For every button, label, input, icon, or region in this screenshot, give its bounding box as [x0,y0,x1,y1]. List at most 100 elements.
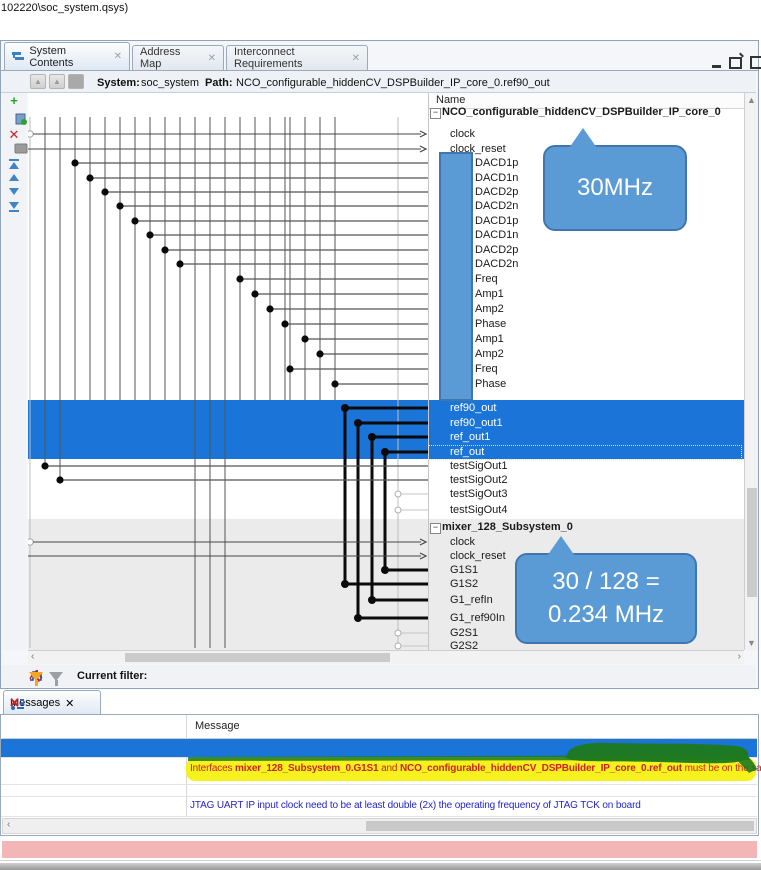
scroll-down-icon[interactable]: ▼ [745,638,758,648]
tree-group-row[interactable]: −NCO_configurable_hiddenCV_DSPBuilder_IP… [428,105,744,120]
tree-row[interactable]: ref_out1 [428,430,744,445]
hierarchy-button[interactable] [68,74,84,89]
message-interface-name: NCO_configurable_hiddenCV_DSPBuilder_IP_… [400,763,682,774]
restore-icon[interactable] [729,57,742,69]
tree-row[interactable]: testSigOut2 [428,473,744,488]
tree-row-label: DACD1n [475,171,518,186]
tree-row[interactable]: ref90_out1 [428,416,744,431]
tree-group-row[interactable]: −mixer_128_Subsystem_0 [428,520,744,535]
tree-row[interactable]: Amp1 [428,287,744,302]
tree-row[interactable]: Amp2 [428,302,744,317]
tree-row[interactable]: ref_out [428,445,744,460]
tree-row[interactable]: testSigOut3 [428,487,744,502]
move-down-icon[interactable] [7,188,21,201]
callout-line1: 30 / 128 = [552,566,659,598]
collapse-icon[interactable]: − [430,523,441,534]
tree-row[interactable]: ref90_out [428,401,744,416]
tree-row-label: testSigOut2 [450,473,507,488]
scrollbar-thumb[interactable] [125,653,390,662]
tree-row[interactable]: DACD2p [428,243,744,258]
wiring-schematic[interactable] [28,93,428,650]
tree-row-label: NCO_configurable_hiddenCV_DSPBuilder_IP_… [442,105,721,120]
window-controls [712,56,761,69]
message-row-text[interactable]: Interfaces mixer_128_Subsystem_0.G1S1 an… [190,763,761,774]
collapse-icon[interactable]: − [430,108,441,119]
tree-row[interactable]: Amp2 [428,347,744,362]
tree-row[interactable]: Freq [428,272,744,287]
tab-close-icon[interactable]: ✕ [65,697,74,710]
path-label: Path: [205,77,233,89]
clear-filter-icon[interactable] [49,672,63,681]
minimize-icon[interactable] [712,65,721,68]
tree-row-label: mixer_128_Subsystem_0 [442,520,573,535]
system-label: System: [97,77,140,89]
system-contents-icon [12,51,24,62]
message-interface-name: mixer_128_Subsystem_0.G1S1 [235,763,378,774]
message-text-segment: Interfaces [190,763,235,774]
remove-icon[interactable]: ✕ [7,128,21,141]
callout-line2: 0.234 MHz [548,599,664,631]
tree-row[interactable]: testSigOut4 [428,503,744,518]
tree-row-label: Freq [475,272,498,287]
filter-funnel-icon[interactable] [29,672,43,681]
tree-row-label: Freq [475,362,498,377]
scrollbar-thumb[interactable] [747,488,757,597]
tree-row-label: G1S1 [450,563,478,578]
message-row-selected[interactable] [1,739,757,757]
tab-close-icon[interactable]: ✕ [352,53,360,64]
tab-close-icon[interactable]: ✕ [114,51,122,62]
tree-row-label: DACD2p [475,243,518,258]
schematic-horizontal-scrollbar[interactable]: ‹ › [28,650,744,664]
tree-row-label: testSigOut3 [450,487,507,502]
tree-row-label: clock [450,535,475,550]
focus-outline [428,445,742,460]
move-up-button[interactable]: ▲ [30,74,46,89]
scroll-up-icon[interactable]: ▲ [745,95,758,105]
add-icon[interactable]: + [7,94,21,107]
message-column-header: Message [2,716,757,739]
tab-close-icon[interactable]: ✕ [208,53,216,64]
message-row-text[interactable]: JTAG UART IP input clock need to be at l… [190,800,641,811]
divider [0,860,761,861]
callout-text: 30MHz [577,172,653,204]
scroll-left-icon[interactable]: ‹ [7,819,10,830]
tree-row-label: DACD2p [475,185,518,200]
status-error-bar [2,841,757,858]
tree-row[interactable]: Phase [428,377,744,392]
tree-row-label: Amp2 [475,347,504,362]
tree-row[interactable]: clock [428,535,744,550]
edit-icon[interactable] [7,142,21,155]
tree-row[interactable]: DACD2n [428,257,744,272]
messages-horizontal-scrollbar[interactable]: ‹ [2,818,757,834]
tab-label: Address Map [140,46,203,70]
tab-messages[interactable]: Messages ✕ [3,690,101,715]
scroll-left-icon[interactable]: ‹ [31,651,34,662]
filter-bar: Current filter: [1,665,756,687]
duplicate-icon[interactable] [7,112,21,125]
tree-row[interactable]: Amp1 [428,332,744,347]
tree-vertical-scrollbar[interactable]: ▲ ▼ [744,93,758,650]
move-top-icon[interactable] [7,158,21,171]
move-up-icon[interactable] [7,174,21,187]
move-bottom-icon[interactable] [7,202,21,215]
tree-row-label: ref_out1 [450,430,490,445]
tree-row[interactable]: Freq [428,362,744,377]
path-value: NCO_configurable_hiddenCV_DSPBuilder_IP_… [236,77,550,89]
system-value: soc_system [141,77,199,89]
move-up2-button[interactable]: ▲ [49,74,65,89]
tab-system-contents[interactable]: System Contents ✕ [4,42,130,70]
tree-row-label: clock_reset [450,549,506,564]
scroll-right-icon[interactable]: › [738,651,741,662]
tree-row[interactable]: Phase [428,317,744,332]
message-text-segment: JTAG UART IP input clock need to be at l… [190,800,641,811]
tree-row-label: DACD2n [475,199,518,214]
tab-interconnect-requirements[interactable]: Interconnect Requirements ✕ [226,45,368,70]
tree-row-label: G2S2 [450,639,478,650]
callout-mixer-frequency: 30 / 128 = 0.234 MHz [515,553,697,644]
maximize-icon[interactable] [750,56,761,69]
callout-30mhz: 30MHz [543,145,687,231]
tab-address-map[interactable]: Address Map ✕ [132,45,224,70]
tree-row[interactable]: testSigOut1 [428,459,744,474]
tree-row-label: Phase [475,377,506,392]
scrollbar-thumb[interactable] [366,821,754,831]
